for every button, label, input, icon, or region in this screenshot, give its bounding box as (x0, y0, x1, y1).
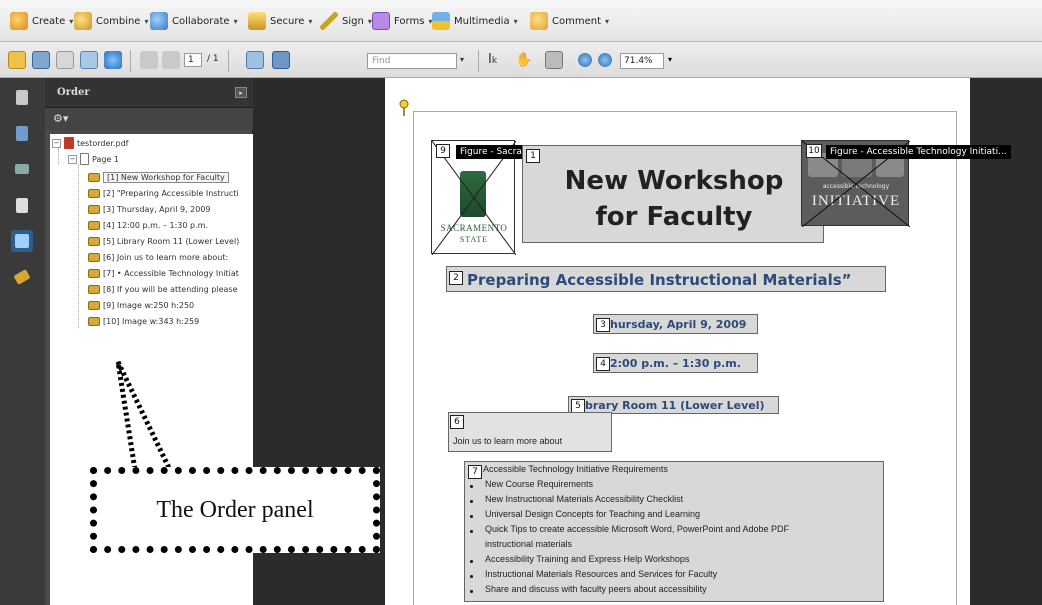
list-line: New Course Requirements (485, 479, 594, 489)
list-line: Quick Tips to create accessible Microsof… (485, 524, 789, 534)
list-line: instructional materials (485, 539, 573, 549)
acrobat-window: Create ▾ Combine ▾ Collaborate ▾ Secure ▾ Si… (0, 0, 1042, 605)
order-panel-callout: The Order panel (90, 467, 380, 553)
callout-text: The Order panel (156, 496, 314, 523)
list-line: Instructional Materials Resources and Se… (485, 569, 718, 579)
list-line: Accessibility Training and Express Help … (485, 554, 690, 564)
list-line: Universal Design Concepts for Teaching a… (485, 509, 700, 519)
bullet-point (470, 515, 473, 518)
bullet-point (470, 485, 473, 488)
bullet-point (470, 590, 473, 593)
bullet-point (470, 500, 473, 503)
bullet-point (470, 575, 473, 578)
list-line: New Instructional Materials Accessibilit… (485, 494, 684, 504)
list-line: Accessible Technology Initiative Require… (483, 464, 668, 474)
bullet-point (470, 560, 473, 563)
list-line: Share and discuss with faculty peers abo… (485, 584, 707, 594)
bullet-point (470, 530, 473, 533)
